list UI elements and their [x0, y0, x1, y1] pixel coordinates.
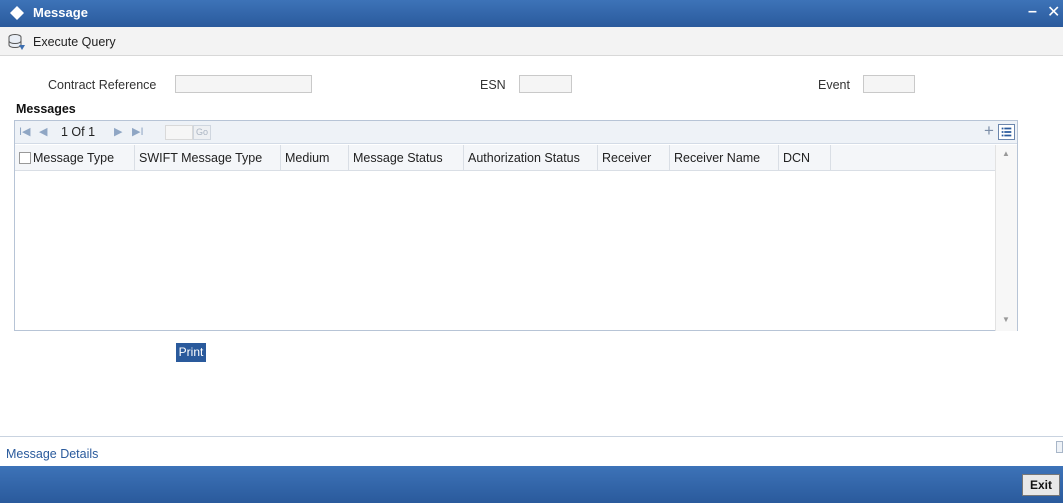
page-number-input[interactable]	[165, 125, 193, 140]
execute-query-button[interactable]: Execute Query	[33, 35, 116, 49]
esn-input[interactable]	[519, 75, 572, 93]
scroll-up-icon[interactable]: ▲	[1002, 149, 1010, 158]
column-receiver-name[interactable]: Receiver Name	[670, 145, 779, 171]
first-page-icon[interactable]: I◀	[19, 125, 31, 138]
column-label: Message Type	[33, 151, 115, 165]
close-button[interactable]: ✕	[1047, 2, 1060, 22]
panel-expand-handle[interactable]	[1056, 441, 1063, 453]
contract-reference-input[interactable]	[175, 75, 312, 93]
add-row-button[interactable]: +	[981, 122, 997, 140]
diamond-icon	[10, 6, 24, 20]
list-view-icon[interactable]	[998, 124, 1015, 140]
scroll-down-icon[interactable]: ▼	[1002, 315, 1010, 324]
event-input[interactable]	[863, 75, 915, 93]
select-all-checkbox[interactable]	[19, 152, 31, 164]
toolbar: Execute Query	[0, 27, 1063, 56]
messages-grid: I◀ ◀ 1 Of 1 ▶ ▶I Go + Message Type SWIFT…	[14, 120, 1018, 331]
print-button[interactable]: Print	[176, 343, 206, 362]
column-message-status[interactable]: Message Status	[349, 145, 464, 171]
contract-reference-label: Contract Reference	[48, 78, 157, 92]
page-info: 1 Of 1	[61, 125, 96, 139]
window-title: Message	[33, 5, 88, 20]
window-title-bar: Message – ✕	[0, 0, 1063, 27]
last-page-icon[interactable]: ▶I	[132, 125, 144, 138]
column-authorization-status[interactable]: Authorization Status	[464, 145, 598, 171]
database-icon	[8, 34, 25, 50]
message-details-bar: Message Details	[0, 436, 1063, 466]
minimize-button[interactable]: –	[1028, 3, 1037, 21]
messages-section-title: Messages	[16, 102, 76, 116]
column-medium[interactable]: Medium	[281, 145, 349, 171]
column-message-type[interactable]: Message Type	[15, 145, 135, 171]
esn-label: ESN	[480, 78, 506, 92]
column-receiver[interactable]: Receiver	[598, 145, 670, 171]
event-label: Event	[818, 78, 850, 92]
grid-header: Message Type SWIFT Message Type Medium M…	[15, 145, 995, 171]
footer-bar: Exit	[0, 466, 1063, 503]
go-button[interactable]: Go	[193, 125, 211, 140]
grid-pager: I◀ ◀ 1 Of 1 ▶ ▶I Go +	[15, 121, 1017, 144]
next-page-icon[interactable]: ▶	[114, 125, 122, 138]
exit-button[interactable]: Exit	[1022, 474, 1060, 496]
prev-page-icon[interactable]: ◀	[39, 125, 47, 138]
column-dcn[interactable]: DCN	[779, 145, 831, 171]
grid-vertical-scrollbar[interactable]: ▲ ▼	[995, 145, 1017, 331]
column-swift-message-type[interactable]: SWIFT Message Type	[135, 145, 281, 171]
message-details-link[interactable]: Message Details	[6, 447, 98, 461]
